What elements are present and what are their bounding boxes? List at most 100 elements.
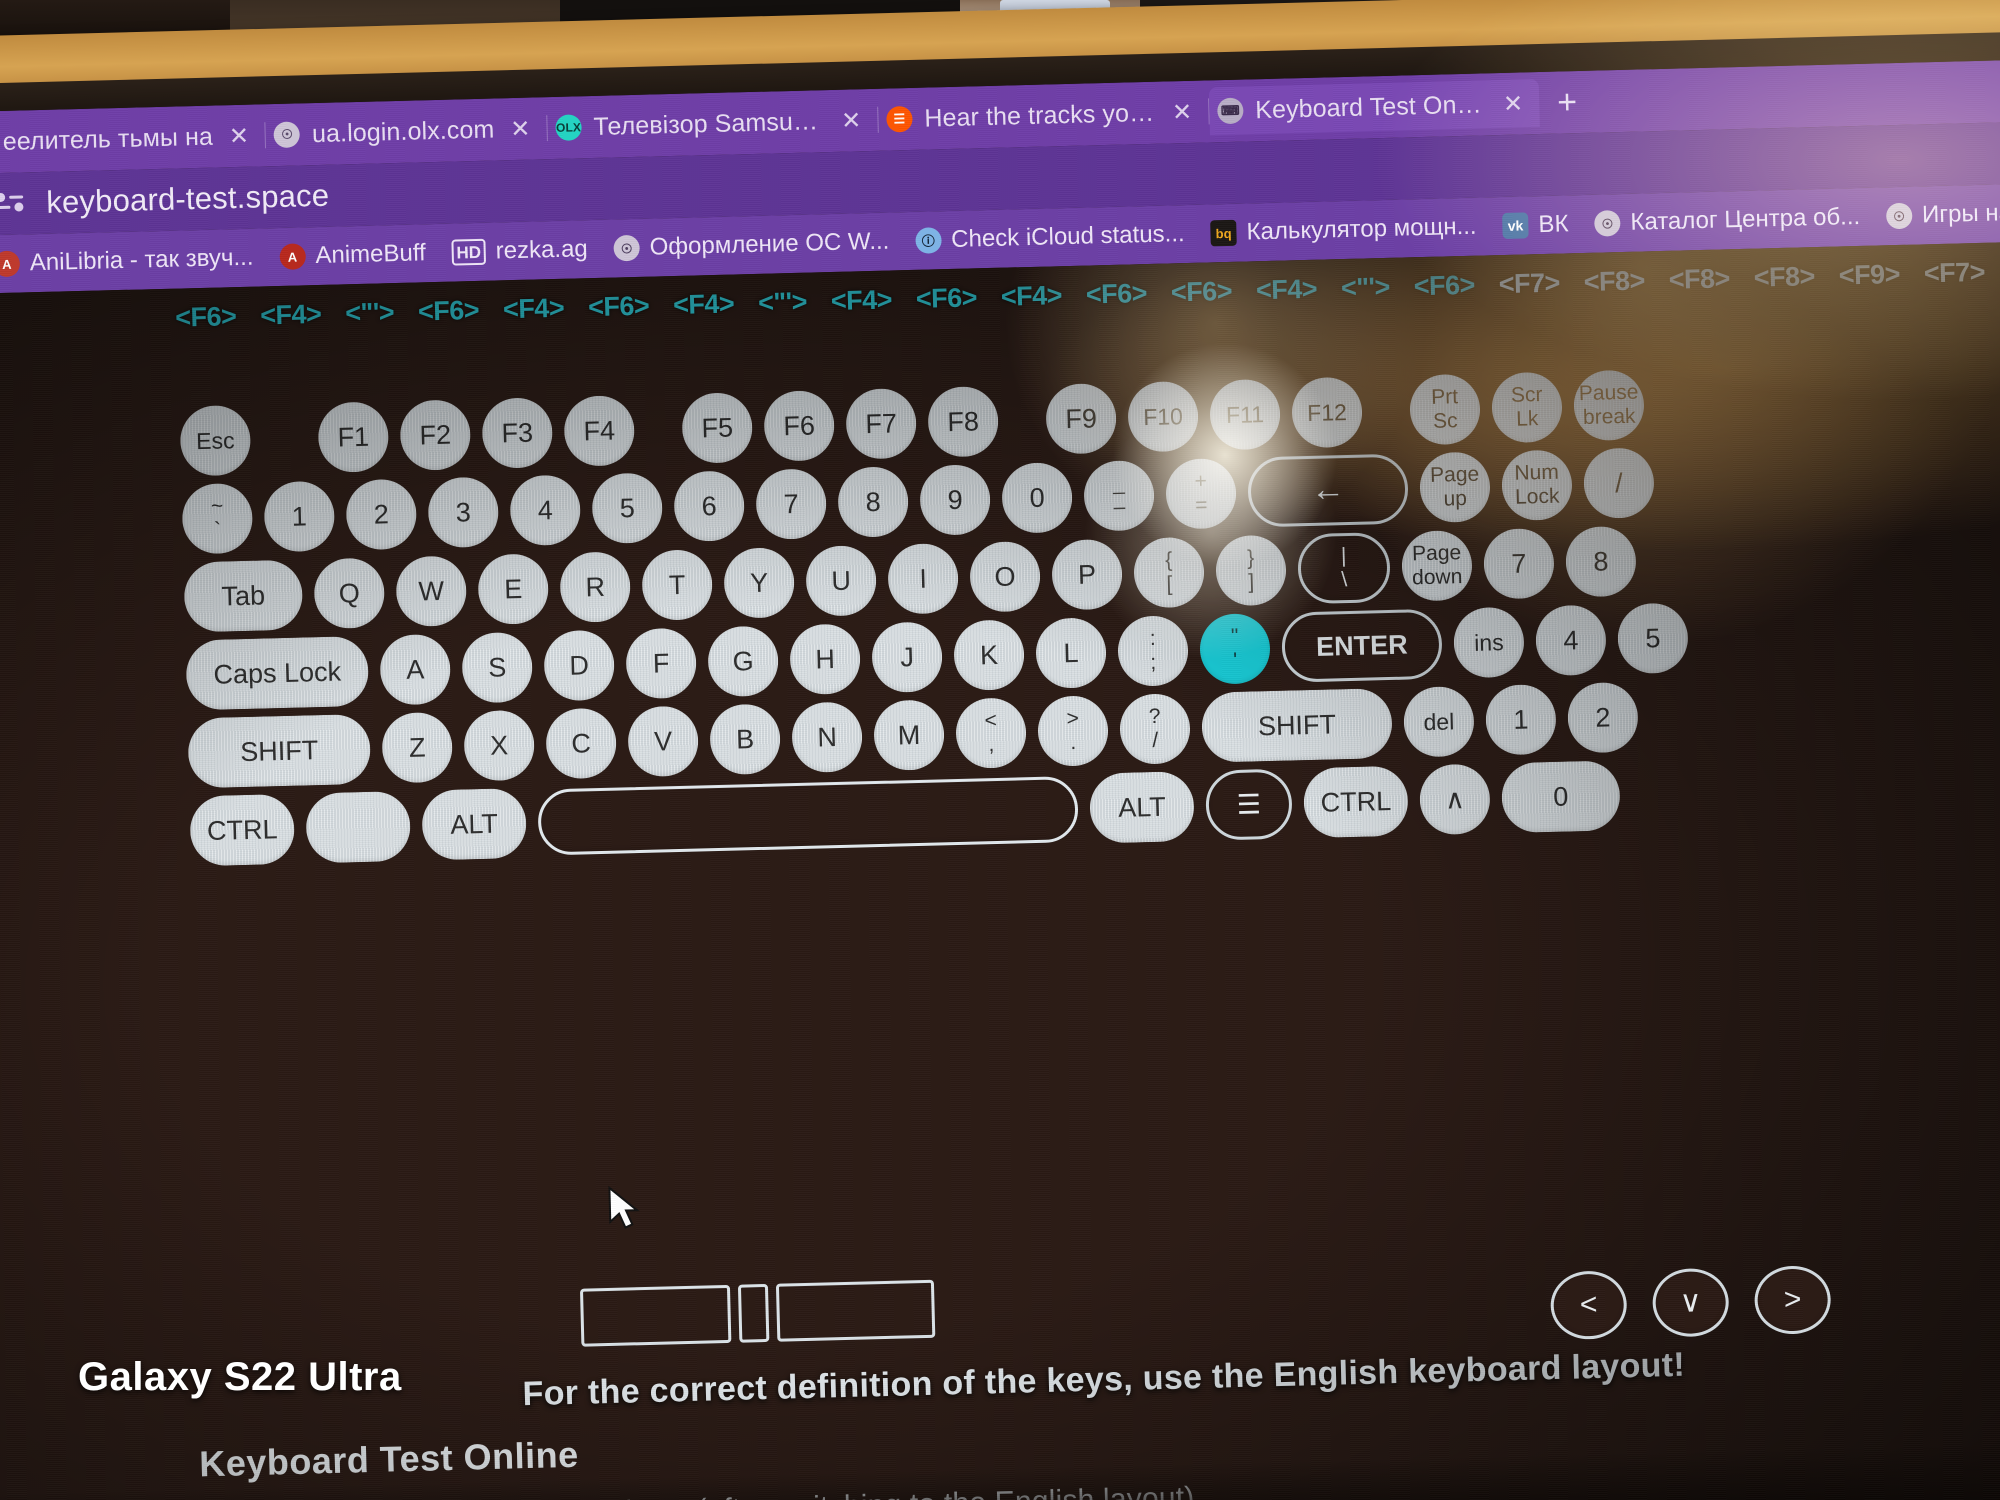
key-e[interactable]: E — [477, 553, 550, 626]
key-f3[interactable]: F3 — [481, 397, 554, 469]
key-4[interactable]: 4 — [509, 474, 582, 547]
key-5[interactable]: 5 — [591, 472, 664, 545]
bookmark-item[interactable]: ☉ Игры на xbox 360,... — [1885, 196, 2000, 230]
key-f4[interactable]: F4 — [563, 395, 636, 467]
key-prt-sc[interactable]: Prt Sc — [1409, 373, 1481, 446]
key--[interactable]: " ' — [1199, 613, 1271, 685]
key-num-lock[interactable]: Num Lock — [1501, 449, 1573, 522]
key-c[interactable]: C — [545, 707, 618, 780]
key-alt[interactable]: ALT — [1089, 771, 1195, 844]
key-f7[interactable]: F7 — [845, 387, 918, 460]
mouse-buttons-row[interactable] — [579, 1279, 936, 1347]
key-s[interactable]: S — [461, 631, 534, 704]
bookmark-item[interactable]: A AniLibria - так звуч... — [0, 244, 254, 279]
key-z[interactable]: Z — [381, 711, 454, 784]
key-8[interactable]: 8 — [837, 466, 910, 538]
key-f6[interactable]: F6 — [763, 389, 836, 462]
key-b[interactable]: B — [709, 703, 782, 776]
key-f1[interactable]: F1 — [317, 401, 390, 474]
key-ctrl[interactable]: CTRL — [189, 793, 296, 867]
key-k[interactable]: K — [953, 619, 1025, 692]
close-icon[interactable]: ✕ — [506, 114, 535, 144]
bookmark-item[interactable]: ☉ Оформление ОС W... — [613, 228, 890, 263]
browser-tab[interactable]: ☉ ua.login.olx.com ✕ — [266, 104, 548, 159]
key-p[interactable]: P — [1051, 538, 1123, 611]
key-x[interactable]: X — [463, 709, 536, 782]
browser-tab[interactable]: OLX Телевізор Samsung LE37C530F ✕ — [547, 96, 878, 152]
close-icon[interactable]: ✕ — [1168, 97, 1197, 127]
key-v[interactable]: V — [627, 705, 700, 778]
key-y[interactable]: Y — [723, 547, 796, 619]
virtual-keyboard[interactable]: Esc F1 F2 F3 F4 F5 F6 F7 F8 F9 F10 F11 F12 Prt Sc Scr Lk… — [179, 368, 1705, 874]
key-8[interactable]: 8 — [1565, 525, 1637, 598]
key--[interactable]: + = — [1165, 457, 1237, 530]
key-d[interactable]: D — [543, 629, 616, 702]
close-icon[interactable]: ✕ — [225, 121, 254, 151]
key-h[interactable]: H — [789, 623, 862, 696]
key-f2[interactable]: F2 — [399, 399, 472, 471]
arrow-key-cluster[interactable]: < ∨ > — [1549, 1265, 1844, 1341]
key-f[interactable]: F — [625, 627, 698, 700]
key-f12[interactable]: F12 — [1291, 376, 1363, 449]
bookmark-item[interactable]: vk ВК — [1502, 210, 1569, 240]
key-alt[interactable]: ALT — [421, 787, 528, 861]
key-2[interactable]: 2 — [345, 478, 418, 551]
key-0[interactable]: 0 — [1500, 760, 1621, 834]
bookmark-item[interactable]: ☉ Каталог Центра об... — [1594, 203, 1860, 238]
key--[interactable]: {[ — [1133, 536, 1205, 609]
key-enter[interactable]: ENTER — [1281, 608, 1443, 683]
key-2[interactable]: 2 — [1566, 681, 1639, 754]
key--[interactable]: :; — [1117, 615, 1189, 687]
new-tab-button[interactable]: + — [1539, 82, 1596, 122]
key-pause-break[interactable]: Pause break — [1573, 369, 1645, 442]
key-4[interactable]: 4 — [1535, 604, 1607, 677]
key-g[interactable]: G — [707, 625, 780, 698]
key-arrow-<[interactable]: < — [1549, 1270, 1628, 1341]
key-page-up[interactable]: Page up — [1419, 451, 1491, 524]
key-arrow->[interactable]: > — [1753, 1265, 1832, 1335]
key-1[interactable]: 1 — [1485, 683, 1557, 756]
key-r[interactable]: R — [559, 551, 632, 623]
key-t[interactable]: T — [641, 549, 714, 621]
key--[interactable]: ~ ` — [181, 482, 254, 555]
key-tab[interactable]: Tab — [183, 559, 304, 633]
key--[interactable]: ? / — [1119, 693, 1191, 765]
key-ins[interactable]: ins — [1453, 606, 1525, 679]
key-l[interactable]: L — [1035, 617, 1107, 689]
key-page-down[interactable]: Page down — [1401, 529, 1473, 602]
key-q[interactable]: Q — [313, 557, 386, 630]
key-w[interactable]: W — [395, 555, 468, 628]
key-[interactable]: / — [1583, 447, 1655, 520]
mouse-wheel-button[interactable] — [737, 1283, 770, 1343]
key-a[interactable]: A — [379, 633, 452, 706]
key-del[interactable]: del — [1403, 685, 1475, 758]
bookmark-item[interactable]: A AnimeBuff — [279, 239, 426, 271]
browser-tab-active[interactable]: ⌨ Keyboard Test Online ✕ — [1208, 79, 1540, 136]
key-3[interactable]: 3 — [427, 476, 500, 549]
key-arrow-∨[interactable]: ∨ — [1651, 1267, 1730, 1338]
key-m[interactable]: M — [873, 699, 945, 772]
key-blank[interactable] — [537, 775, 1079, 856]
key-f5[interactable]: F5 — [681, 392, 754, 464]
key-shift[interactable]: SHIFT — [187, 713, 372, 789]
key-f11[interactable]: F11 — [1209, 378, 1281, 451]
key-[interactable]: ← — [1247, 453, 1409, 528]
key-scr-lk[interactable]: Scr Lk — [1491, 371, 1563, 444]
key-0[interactable]: 0 — [1001, 461, 1073, 534]
key-shift[interactable]: SHIFT — [1201, 687, 1393, 763]
mouse-left-button[interactable] — [579, 1284, 732, 1347]
bookmark-item[interactable]: HD rezka.ag — [451, 235, 588, 266]
key-u[interactable]: U — [805, 544, 878, 617]
key--[interactable]: | \ — [1297, 531, 1391, 605]
close-icon[interactable]: ✕ — [837, 106, 866, 136]
key-ctrl[interactable]: CTRL — [1303, 765, 1409, 839]
key-o[interactable]: O — [969, 540, 1041, 613]
key-blank[interactable] — [305, 790, 412, 864]
mouse-right-button[interactable] — [775, 1279, 936, 1342]
key-7[interactable]: 7 — [755, 468, 828, 540]
key-j[interactable]: J — [871, 621, 943, 694]
key--[interactable]: <, — [955, 697, 1027, 769]
key-[interactable]: ∧ — [1418, 763, 1491, 836]
key-f9[interactable]: F9 — [1045, 382, 1117, 455]
key-9[interactable]: 9 — [919, 464, 992, 536]
